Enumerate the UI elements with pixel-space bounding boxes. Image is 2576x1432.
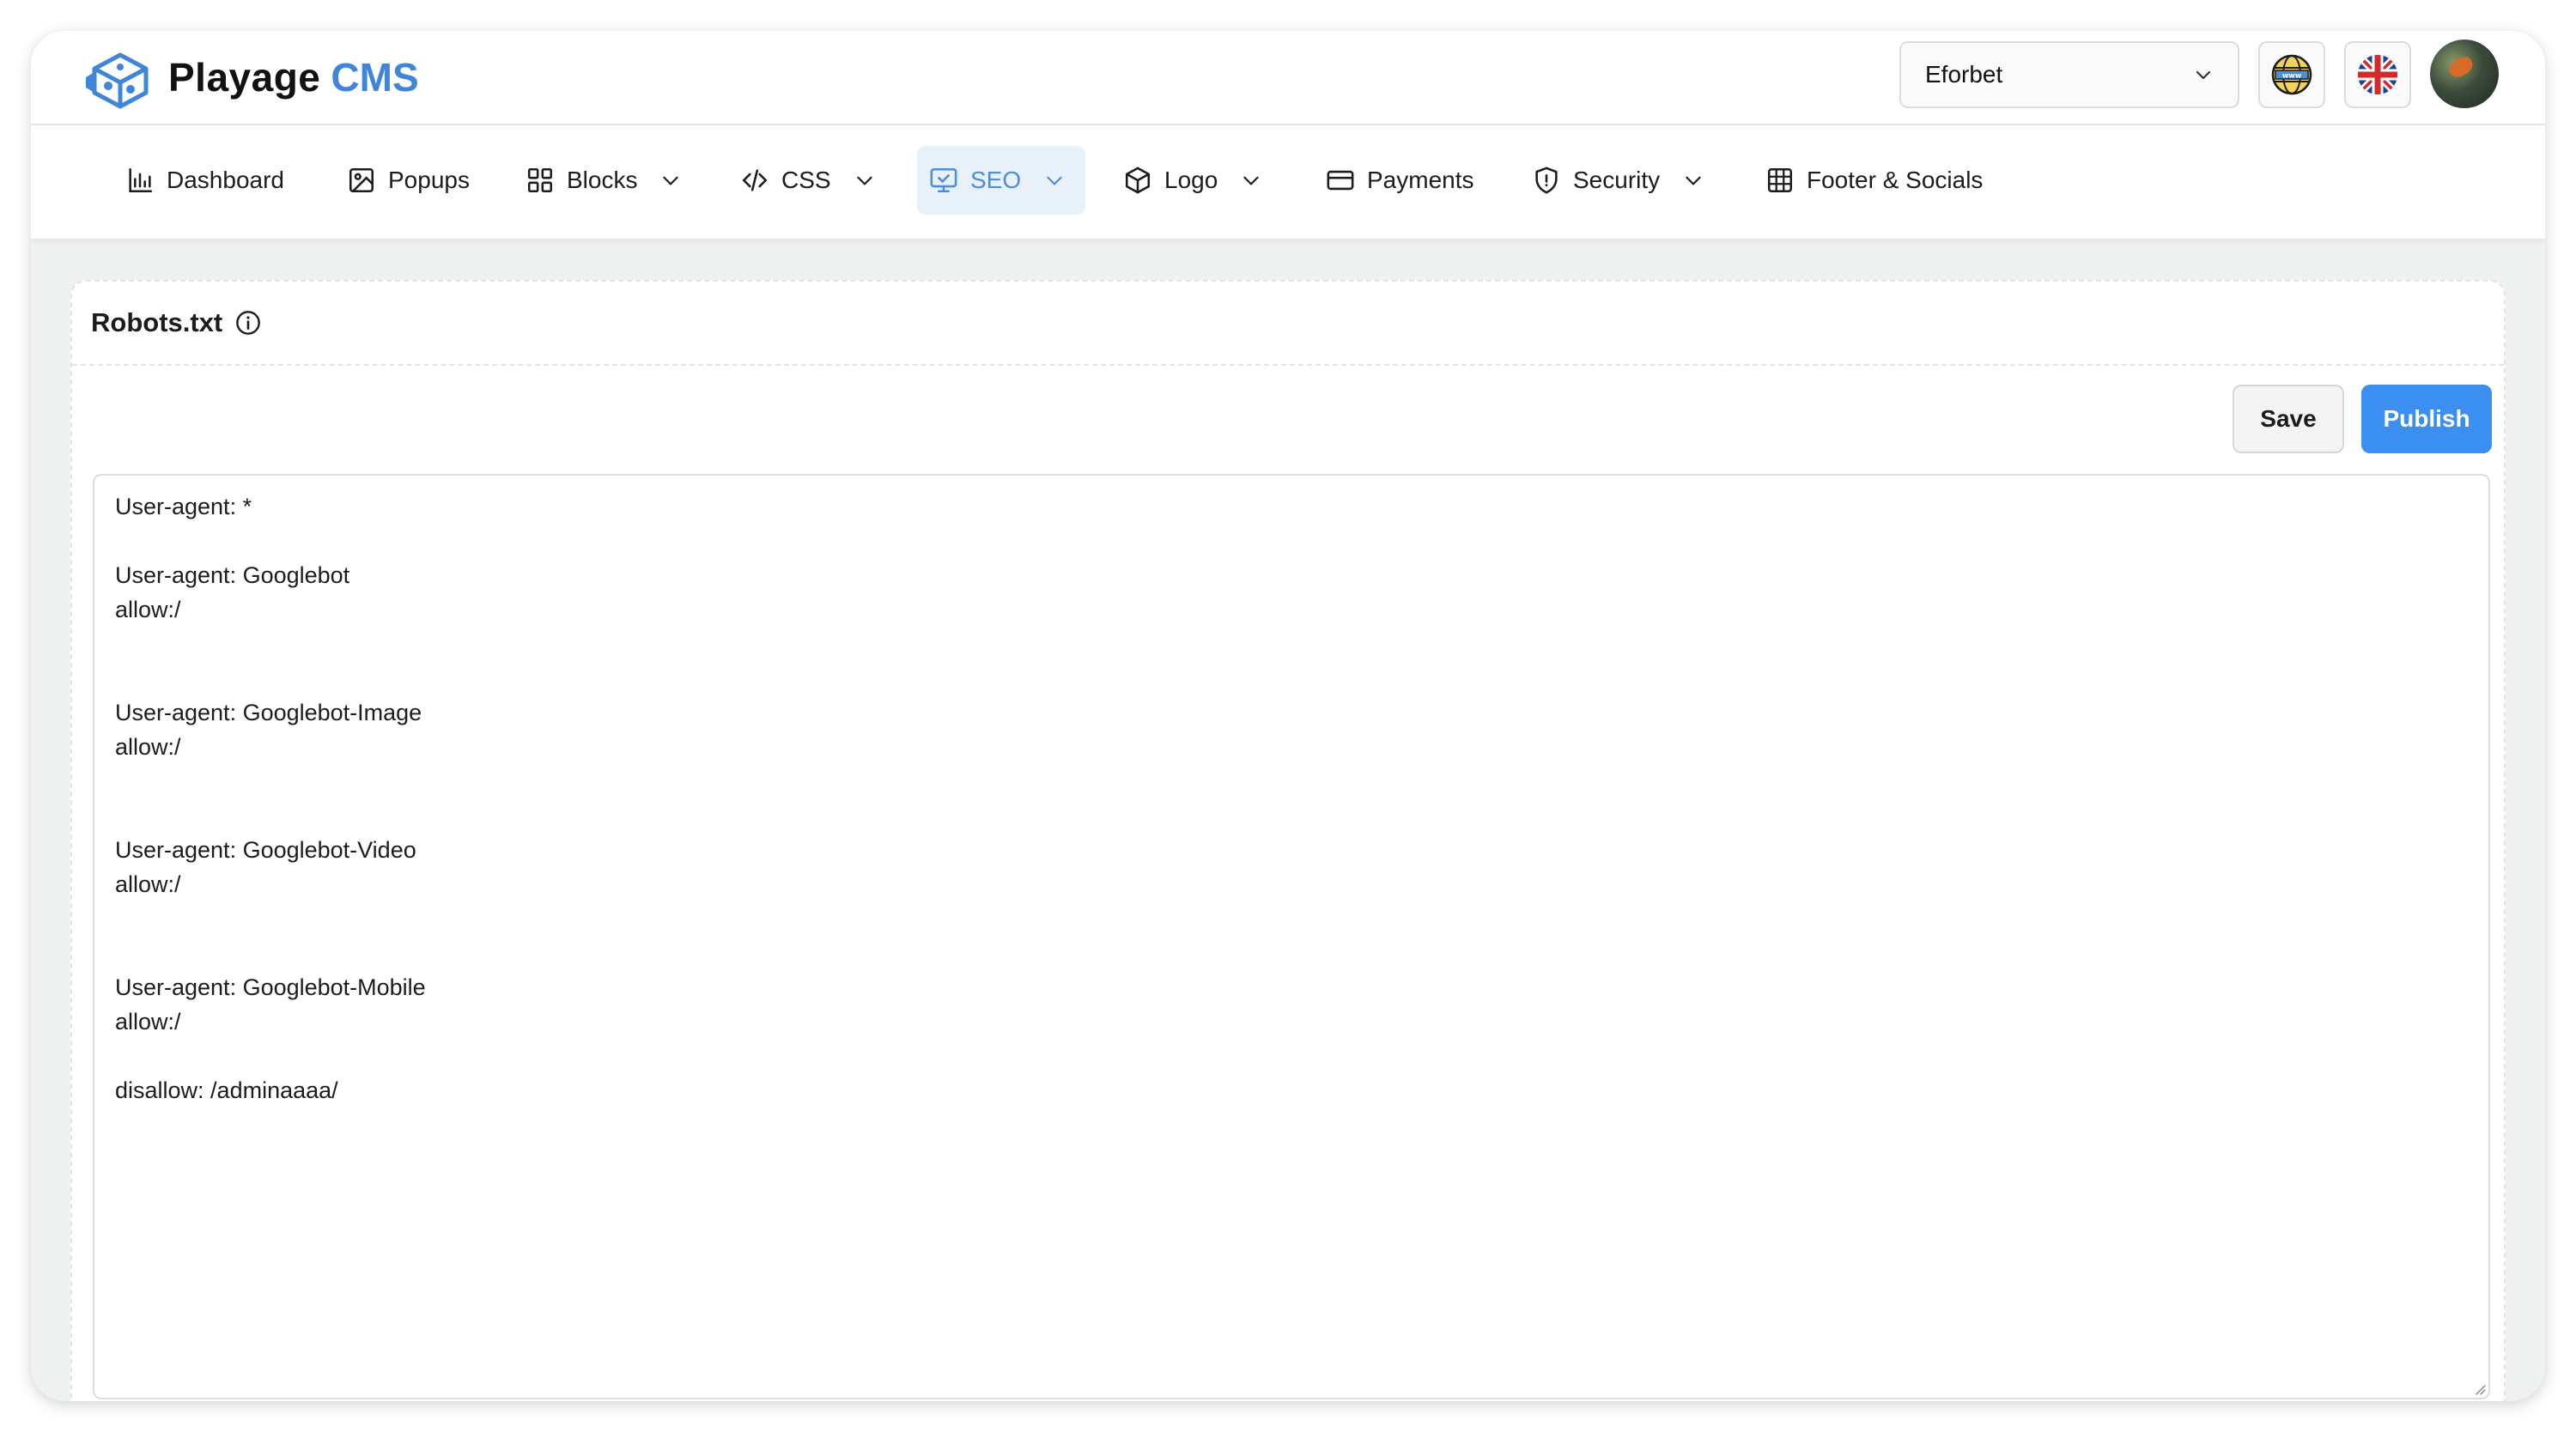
box-icon [1125, 167, 1151, 194]
chevron-down-icon [1047, 176, 1062, 185]
save-button[interactable]: Save [2233, 385, 2344, 453]
bar-chart-icon [129, 167, 153, 193]
brand-accent: CMS [331, 55, 419, 100]
credit-card-icon [1327, 170, 1354, 191]
nav-footer-socials[interactable]: Footer & Socials [1753, 146, 1995, 215]
nav-label: Dashboard [167, 167, 284, 193]
language-button[interactable] [2344, 41, 2411, 108]
code-icon [742, 169, 768, 191]
nav-popups[interactable]: Popups [335, 146, 482, 215]
uk-flag-icon [2358, 55, 2397, 94]
nav-label: Footer & Socials [1807, 167, 1984, 193]
grid-icon [527, 167, 553, 193]
top-bar: Playage CMS Eforbet www [31, 31, 2545, 125]
website-globe-button[interactable]: www [2258, 41, 2325, 108]
robots-editor[interactable]: User-agent: * User-agent: Googlebot allo… [93, 474, 2490, 1399]
nav-label: Blocks [567, 167, 638, 193]
svg-text:www: www [2282, 72, 2302, 80]
nav-blocks[interactable]: Blocks [513, 146, 694, 215]
nav-logo[interactable]: Logo [1111, 146, 1274, 215]
nav-label: Popups [388, 167, 470, 193]
site-selector-value: Eforbet [1925, 61, 2003, 88]
nav-security[interactable]: Security [1520, 146, 1716, 215]
chevron-down-icon [1686, 176, 1701, 185]
nav-label: SEO [970, 167, 1022, 193]
nav-payments[interactable]: Payments [1314, 146, 1486, 215]
nav-dashboard[interactable]: Dashboard [113, 146, 296, 215]
panel-header: Robots.txt [72, 282, 2504, 366]
panel-title: Robots.txt [91, 307, 223, 337]
layout-grid-icon [1767, 167, 1793, 193]
globe-www-icon: www [2271, 54, 2312, 95]
image-icon [349, 167, 374, 193]
chevron-down-icon [2196, 70, 2211, 80]
app-window: Playage CMS Eforbet www Dashboard Popups… [31, 31, 2545, 1401]
publish-button[interactable]: Publish [2361, 385, 2492, 453]
nav-css[interactable]: CSS [728, 146, 888, 215]
chevron-down-icon [1243, 176, 1259, 185]
info-icon[interactable] [234, 309, 262, 337]
dice-logo-icon [86, 52, 149, 109]
nav-label: Security [1573, 167, 1661, 193]
user-avatar[interactable] [2430, 39, 2499, 108]
shield-icon [1535, 167, 1558, 194]
nav-label: Payments [1367, 167, 1474, 193]
nav-label: Logo [1164, 167, 1218, 193]
brand-logo[interactable]: Playage CMS [82, 43, 419, 112]
nav-seo[interactable]: SEO [917, 146, 1085, 215]
site-selector[interactable]: Eforbet [1899, 41, 2239, 108]
monitor-check-icon [930, 167, 957, 193]
chevron-down-icon [856, 176, 872, 185]
brand-name: Playage [168, 55, 321, 100]
robots-panel: Robots.txt Save Publish User-agent: * Us… [70, 280, 2506, 1401]
nav-label: CSS [781, 167, 831, 193]
resize-grip-icon[interactable] [2473, 1382, 2487, 1396]
chevron-down-icon [663, 176, 679, 185]
main-nav: Dashboard Popups Blocks CSS SEO Logo Pay… [31, 125, 2545, 239]
